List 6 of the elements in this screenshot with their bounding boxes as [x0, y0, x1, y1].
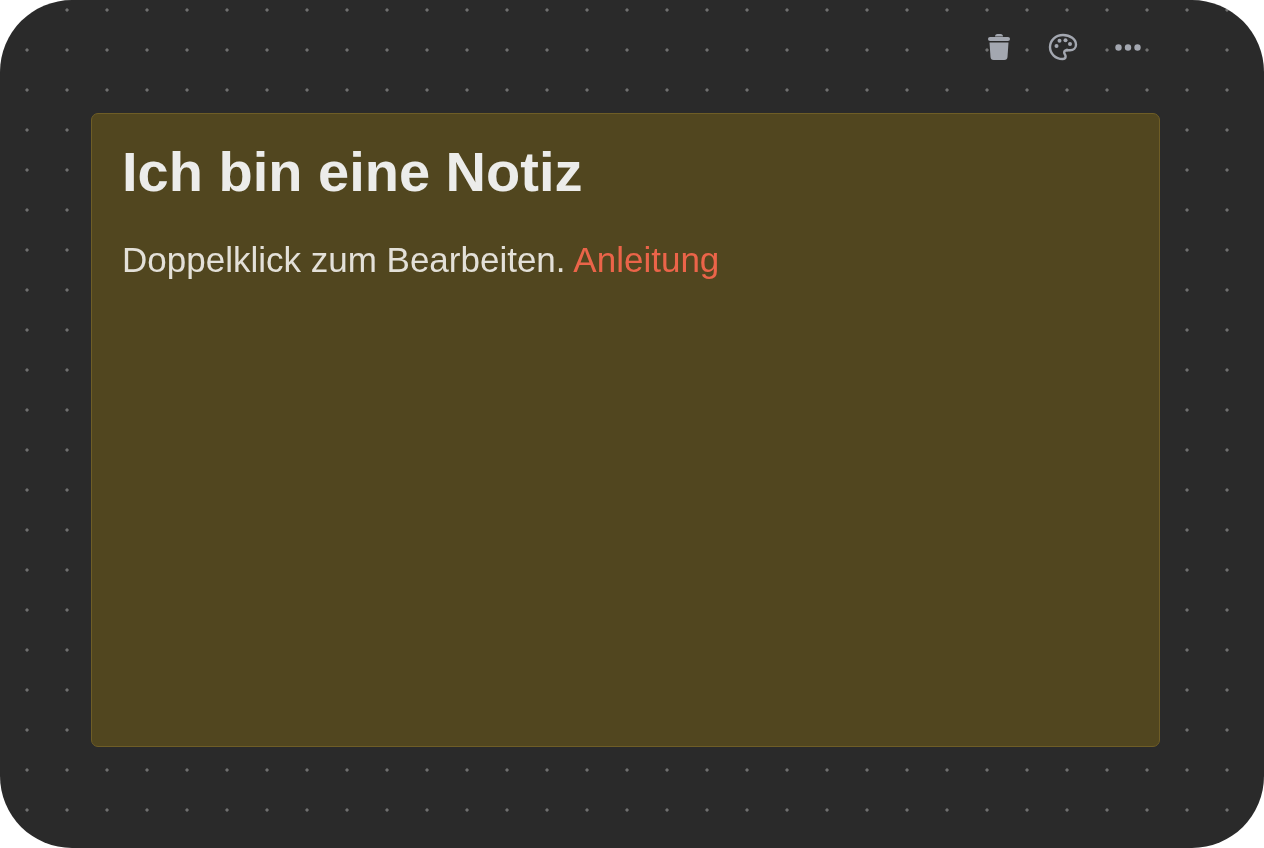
trash-icon[interactable] [987, 33, 1011, 61]
more-icon[interactable] [1115, 43, 1141, 51]
palette-icon[interactable] [1048, 33, 1078, 61]
note-body-text: Doppelklick zum Bearbeiten. Anleitung [122, 239, 720, 282]
guide-link[interactable]: Anleitung [573, 240, 720, 280]
note-title: Ich bin eine Notiz [122, 139, 583, 205]
